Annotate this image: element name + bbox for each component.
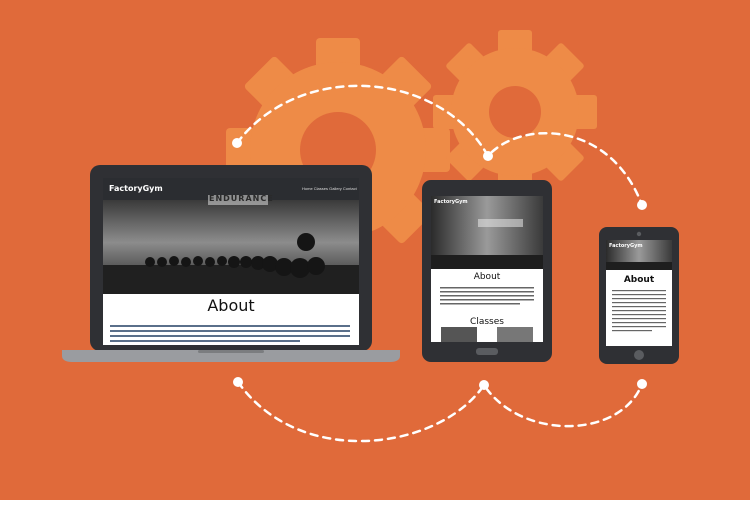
- hero-wall-text: ENDURANCE: [209, 194, 274, 203]
- gear-icon: [433, 30, 597, 194]
- tablet-about-heading: About: [473, 272, 501, 282]
- laptop-brand: FactoryGym: [109, 184, 163, 193]
- tablet: [422, 180, 552, 362]
- responsive-design-illustration: [0, 0, 750, 500]
- phone-about-heading: About: [623, 275, 655, 285]
- phone-brand: FactoryGym: [609, 243, 643, 249]
- laptop-about-heading: About: [207, 296, 255, 315]
- tablet-classes-heading: Classes: [470, 317, 504, 327]
- tablet-brand: FactoryGym: [434, 199, 468, 205]
- laptop-nav: Home Classes Gallery Contact: [302, 186, 357, 191]
- illustration: FactoryGym Home Classes Gallery Contact …: [0, 0, 750, 500]
